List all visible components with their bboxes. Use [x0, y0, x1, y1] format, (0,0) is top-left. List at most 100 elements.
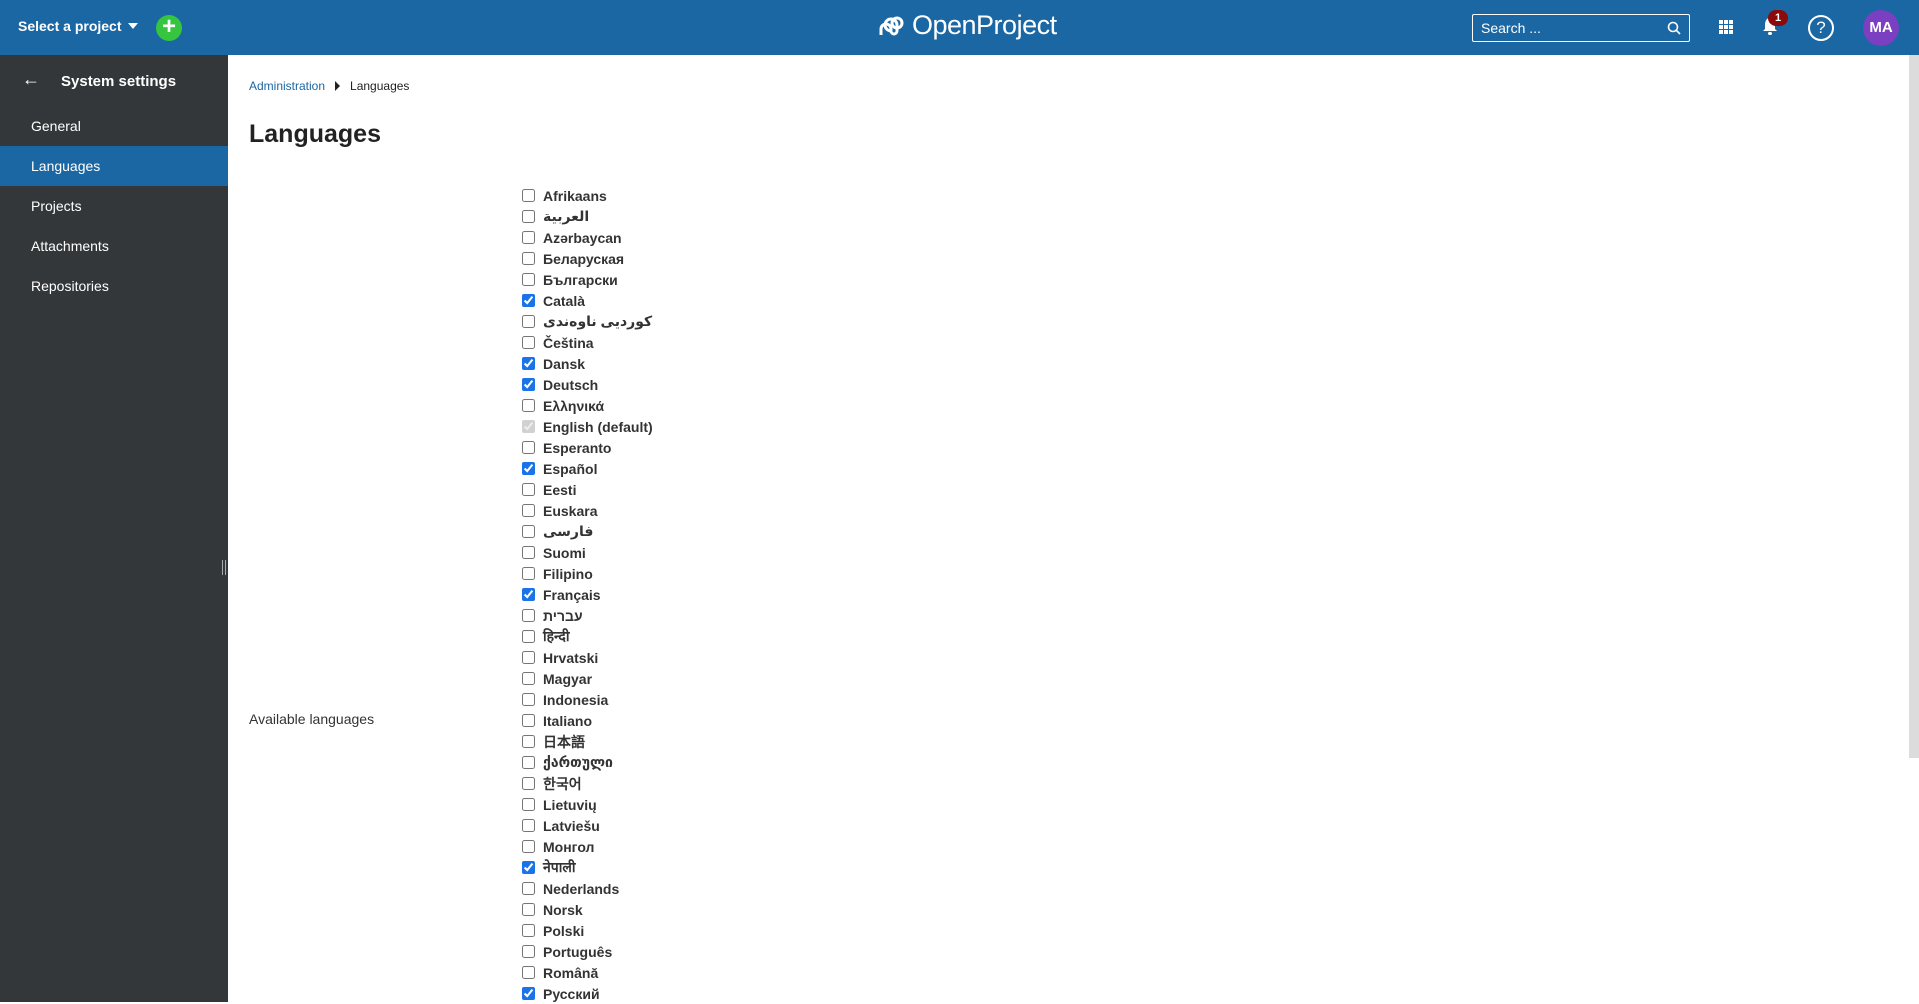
language-checkbox[interactable]: [522, 546, 535, 559]
language-checkbox[interactable]: [522, 945, 535, 958]
language-label[interactable]: Română: [543, 965, 598, 981]
language-checkbox[interactable]: [522, 630, 535, 643]
language-label[interactable]: Français: [543, 587, 601, 603]
language-checkbox[interactable]: [522, 966, 535, 979]
language-label[interactable]: Afrikaans: [543, 188, 607, 204]
search-box[interactable]: [1472, 14, 1690, 42]
language-label[interactable]: 日本語: [543, 732, 585, 752]
language-checkbox[interactable]: [522, 294, 535, 307]
language-checkbox[interactable]: [522, 567, 535, 580]
language-option: Euskara: [522, 500, 653, 521]
language-label[interactable]: Ελληνικά: [543, 398, 604, 414]
language-label[interactable]: Български: [543, 272, 618, 288]
sidebar-title: System settings: [61, 73, 177, 90]
language-checkbox[interactable]: [522, 252, 535, 265]
language-checkbox[interactable]: [522, 588, 535, 601]
language-option: Čeština: [522, 332, 653, 353]
language-checkbox[interactable]: [522, 504, 535, 517]
language-option: Latviešu: [522, 815, 653, 836]
sidebar-item-attachments[interactable]: Attachments: [0, 226, 228, 266]
language-checkbox[interactable]: [522, 525, 535, 538]
language-label[interactable]: Português: [543, 944, 612, 960]
page-scrollbar[interactable]: [1909, 55, 1919, 758]
user-avatar[interactable]: MA: [1863, 10, 1899, 46]
language-label[interactable]: Esperanto: [543, 440, 611, 456]
logo-icon: [879, 16, 904, 35]
language-label[interactable]: Norsk: [543, 902, 583, 918]
language-checkbox[interactable]: [522, 357, 535, 370]
language-label[interactable]: Eesti: [543, 482, 576, 498]
sidebar-item-projects[interactable]: Projects: [0, 186, 228, 226]
language-checkbox[interactable]: [522, 609, 535, 622]
language-checkbox[interactable]: [522, 735, 535, 748]
language-label[interactable]: नेपाली: [543, 858, 575, 877]
language-checkbox[interactable]: [522, 399, 535, 412]
language-label[interactable]: Lietuvių: [543, 797, 597, 813]
language-label[interactable]: Italiano: [543, 713, 592, 729]
help-icon[interactable]: ?: [1808, 15, 1834, 41]
language-label[interactable]: Español: [543, 461, 597, 477]
search-icon[interactable]: [1667, 21, 1681, 35]
language-checkbox[interactable]: [522, 483, 535, 496]
language-label[interactable]: Latviešu: [543, 818, 600, 834]
language-label[interactable]: Magyar: [543, 671, 592, 687]
language-label[interactable]: ქართული: [543, 754, 613, 771]
language-label[interactable]: Català: [543, 293, 585, 309]
breadcrumb-administration-link[interactable]: Administration: [249, 79, 325, 93]
language-label[interactable]: Azərbaycan: [543, 230, 622, 246]
language-label[interactable]: کوردیی ناوەندی: [543, 313, 652, 330]
language-label[interactable]: Čeština: [543, 335, 594, 351]
language-label[interactable]: English (default): [543, 419, 653, 435]
language-checkbox[interactable]: [522, 210, 535, 223]
language-checkbox[interactable]: [522, 189, 535, 202]
language-label[interactable]: Filipino: [543, 566, 593, 582]
language-checkbox[interactable]: [522, 651, 535, 664]
language-checkbox[interactable]: [522, 924, 535, 937]
language-label[interactable]: Suomi: [543, 545, 586, 561]
language-checkbox[interactable]: [522, 714, 535, 727]
language-checkbox[interactable]: [522, 315, 535, 328]
language-label[interactable]: العربية: [543, 208, 589, 225]
language-checkbox[interactable]: [522, 462, 535, 475]
language-label[interactable]: Hrvatski: [543, 650, 598, 666]
language-checkbox[interactable]: [522, 987, 535, 1000]
language-checkbox[interactable]: [522, 798, 535, 811]
language-label[interactable]: Nederlands: [543, 881, 619, 897]
language-label[interactable]: עברית: [543, 608, 583, 624]
language-checkbox[interactable]: [522, 903, 535, 916]
language-label[interactable]: 한국어: [543, 774, 582, 794]
language-label[interactable]: فارسی: [543, 523, 593, 540]
sidebar-item-repositories[interactable]: Repositories: [0, 266, 228, 306]
back-arrow-icon[interactable]: ←: [22, 69, 40, 90]
language-label[interactable]: हिन्दी: [543, 627, 569, 646]
language-label[interactable]: Polski: [543, 923, 584, 939]
language-checkbox[interactable]: [522, 819, 535, 832]
project-select-dropdown[interactable]: Select a project: [18, 18, 138, 34]
language-checkbox[interactable]: [522, 441, 535, 454]
language-checkbox[interactable]: [522, 231, 535, 244]
language-checkbox[interactable]: [522, 840, 535, 853]
sidebar-item-general[interactable]: General: [0, 106, 228, 146]
language-label[interactable]: Deutsch: [543, 377, 598, 393]
language-label[interactable]: Dansk: [543, 356, 585, 372]
language-checkbox[interactable]: [522, 273, 535, 286]
openproject-logo[interactable]: OpenProject: [878, 10, 1057, 41]
sidebar-resize-handle[interactable]: [222, 560, 226, 575]
language-checkbox[interactable]: [522, 693, 535, 706]
modules-grid-icon[interactable]: [1719, 20, 1733, 34]
language-label[interactable]: Монгол: [543, 839, 594, 855]
language-label[interactable]: Indonesia: [543, 692, 608, 708]
language-label[interactable]: Беларуская: [543, 251, 624, 267]
language-checkbox[interactable]: [522, 777, 535, 790]
sidebar-item-languages[interactable]: Languages: [0, 146, 228, 186]
language-checkbox[interactable]: [522, 882, 535, 895]
add-button[interactable]: +: [156, 15, 182, 41]
language-checkbox[interactable]: [522, 672, 535, 685]
language-checkbox[interactable]: [522, 336, 535, 349]
language-checkbox[interactable]: [522, 861, 535, 874]
language-label[interactable]: Euskara: [543, 503, 597, 519]
language-label[interactable]: Русский: [543, 986, 600, 1002]
search-input[interactable]: [1481, 20, 1661, 36]
language-checkbox[interactable]: [522, 756, 535, 769]
language-checkbox[interactable]: [522, 378, 535, 391]
